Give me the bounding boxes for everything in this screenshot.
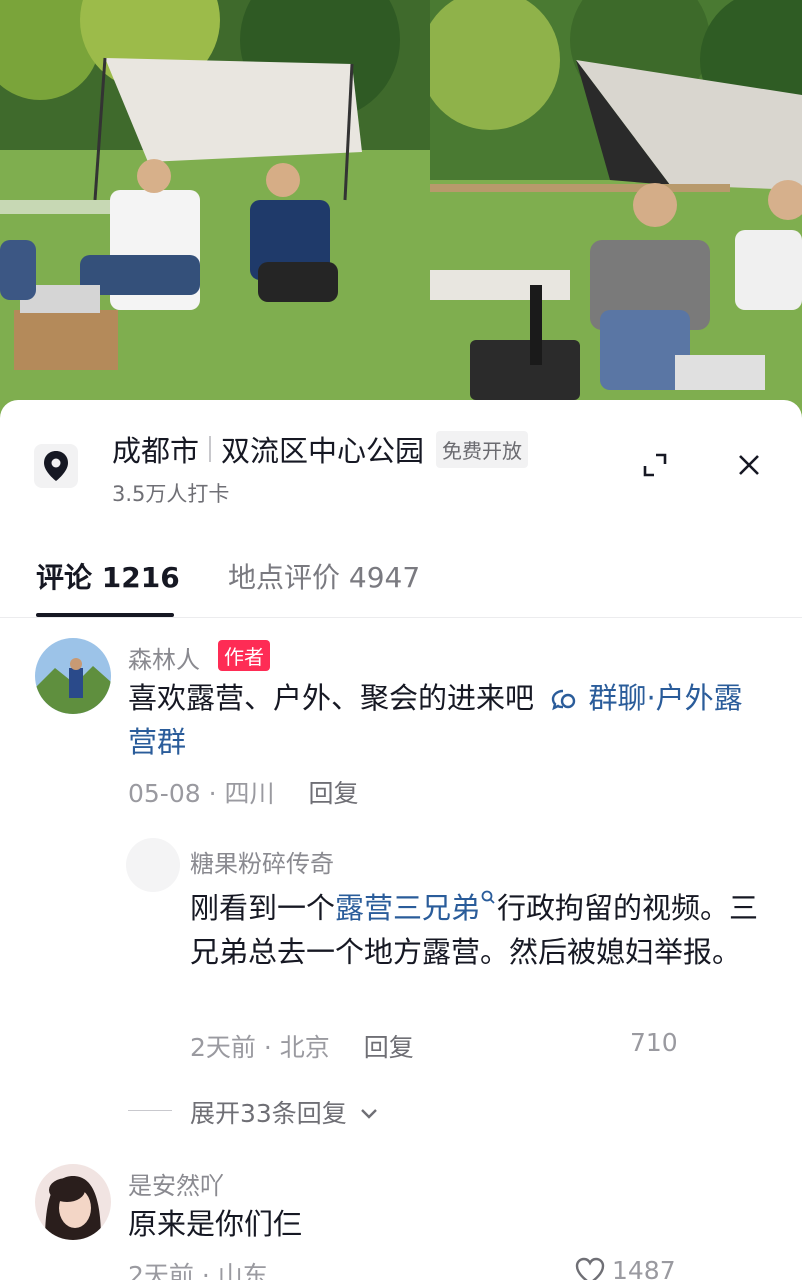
location-title[interactable]: 成都市 双流区中心公园 免费开放 — [112, 428, 529, 470]
comment-date-location: 2天前 · 北京 — [190, 1033, 330, 1062]
photo-left[interactable] — [0, 0, 430, 420]
close-icon — [739, 455, 759, 475]
location-pin-icon — [34, 444, 78, 488]
photo-right[interactable] — [430, 0, 802, 420]
comment-meta: 2天前 · 北京 回复 — [190, 1028, 414, 1064]
group-chat-icon — [552, 689, 576, 711]
location-photos[interactable] — [0, 0, 802, 420]
expand-replies-button[interactable]: 展开33条回复 — [190, 1094, 379, 1130]
comment-username[interactable]: 糖果粉碎传奇 — [190, 844, 334, 879]
comment-meta: 2天前 · 山东 — [128, 1261, 268, 1280]
chevron-down-icon — [360, 1109, 377, 1119]
author-badge: 作者 — [218, 640, 270, 671]
search-keyword-link[interactable]: 露营三兄弟 — [335, 891, 480, 925]
checkin-count: 3.5万人打卡 — [112, 482, 230, 506]
comment-sheet — [0, 400, 802, 1280]
avatar[interactable] — [35, 1164, 111, 1240]
comment-username[interactable]: 森林人 — [128, 640, 200, 675]
comment-text-body: 喜欢露营、户外、聚会的进来吧 — [128, 681, 535, 715]
reply-button[interactable]: 回复 — [309, 779, 359, 808]
heart-icon — [575, 1257, 605, 1280]
like-button[interactable]: 1487 — [574, 1256, 676, 1280]
active-tab-indicator — [36, 613, 174, 617]
like-count: 1487 — [612, 1256, 676, 1280]
close-button[interactable] — [716, 432, 782, 498]
like-count[interactable]: 710 — [630, 1028, 678, 1057]
tab-comments[interactable]: 评论 1216 — [36, 556, 180, 596]
location-place: 双流区中心公园 — [221, 434, 425, 468]
avatar[interactable] — [126, 838, 180, 892]
reply-button[interactable]: 回复 — [364, 1033, 414, 1062]
comment-text: 刚看到一个露营三兄弟 行政拘留的视频。三兄弟总去一个地方露营。然后被媳妇举报。 — [190, 886, 770, 974]
comment-date-location: 05-08 · 四川 — [128, 779, 275, 808]
tab-reviews[interactable]: 地点评价 4947 — [228, 556, 420, 596]
location-city: 成都市 — [112, 434, 200, 468]
comment-meta: 05-08 · 四川 回复 — [128, 774, 359, 810]
comment-username[interactable]: 是安然吖 — [128, 1166, 224, 1201]
comment-tabs: 评论 1216 地点评价 4947 — [0, 540, 802, 618]
avatar[interactable] — [35, 638, 111, 714]
free-badge: 免费开放 — [436, 430, 529, 468]
search-icon — [481, 890, 495, 904]
expand-replies-label: 展开33条回复 — [190, 1099, 347, 1128]
expand-divider — [128, 1110, 172, 1111]
comment-text: 喜欢露营、户外、聚会的进来吧 群聊·户外露营群 — [128, 676, 768, 764]
comment-text: 原来是你们仨 — [128, 1207, 303, 1241]
expand-icon — [643, 453, 667, 477]
comment-text-before: 刚看到一个 — [190, 891, 336, 925]
expand-button[interactable] — [622, 432, 688, 498]
title-divider — [209, 436, 212, 462]
